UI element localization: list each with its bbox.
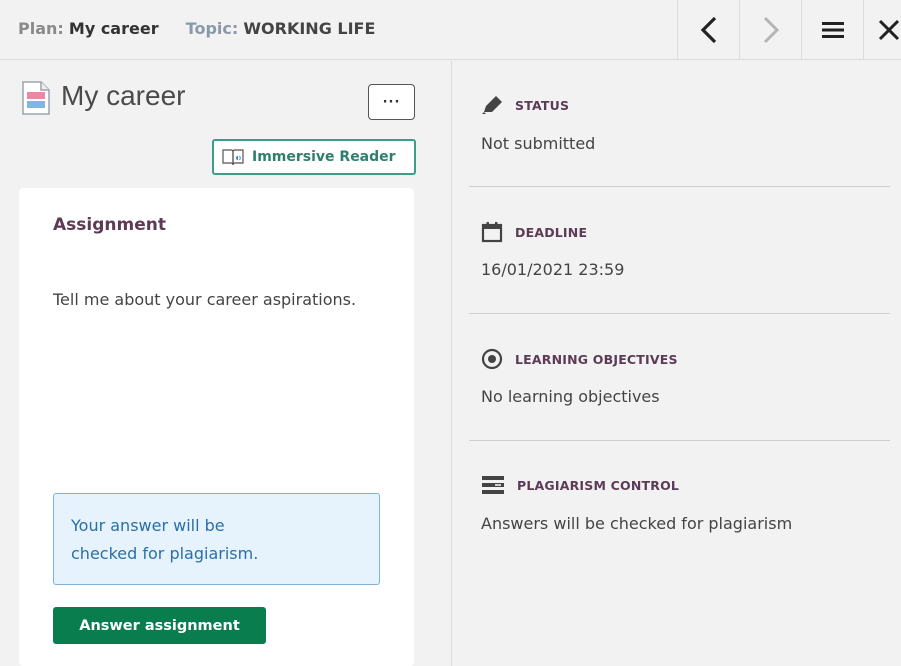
plagiarism-icon xyxy=(482,476,504,494)
hamburger-menu-icon xyxy=(821,22,844,38)
next-button[interactable] xyxy=(739,0,801,60)
previous-button[interactable] xyxy=(677,0,739,60)
target-icon xyxy=(481,348,503,370)
status-value: Not submitted xyxy=(481,134,596,153)
plagiarism-control-label: PLAGIARISM CONTROL xyxy=(517,477,680,493)
chevron-left-icon xyxy=(700,16,716,44)
page-title: My career xyxy=(61,80,186,111)
plagiarism-notice-line2: checked for plagiarism. xyxy=(71,544,259,563)
answer-assignment-button[interactable]: Answer assignment xyxy=(53,607,266,644)
deadline-label: DEADLINE xyxy=(515,224,588,240)
plagiarism-control-section: PLAGIARISM CONTROL Answers will be check… xyxy=(469,441,890,568)
deadline-value: 16/01/2021 23:59 xyxy=(481,260,625,279)
immersive-reader-label: Immersive Reader xyxy=(252,149,396,165)
topic-label: Topic: xyxy=(185,19,239,38)
deadline-section: DEADLINE 16/01/2021 23:59 xyxy=(469,187,890,314)
calendar-icon xyxy=(481,222,503,243)
assignment-card: Assignment Tell me about your career asp… xyxy=(19,188,414,666)
plan-label: Plan: xyxy=(18,19,64,38)
assignment-panel: My career ··· Immersive Reader Assignmen… xyxy=(9,61,452,666)
top-bar: Plan: My career Topic: WORKING LIFE xyxy=(0,0,901,60)
learning-objectives-label: LEARNING OBJECTIVES xyxy=(515,351,678,367)
immersive-reader-icon xyxy=(222,149,244,166)
learning-objectives-section: LEARNING OBJECTIVES No learning objectiv… xyxy=(469,314,890,441)
chevron-right-icon xyxy=(763,16,779,44)
document-icon xyxy=(21,81,51,119)
topic-value[interactable]: WORKING LIFE xyxy=(243,19,375,38)
plan-value[interactable]: My career xyxy=(69,19,159,38)
plagiarism-notice-line1: Your answer will be xyxy=(71,516,225,535)
details-panel: STATUS Not submitted DEADLINE 16/01/2021… xyxy=(453,61,901,666)
close-button[interactable] xyxy=(863,0,901,60)
plagiarism-control-value: Answers will be checked for plagiarism xyxy=(481,514,793,533)
status-label: STATUS xyxy=(515,97,570,113)
menu-button[interactable] xyxy=(801,0,863,60)
close-icon xyxy=(878,19,900,41)
status-section: STATUS Not submitted xyxy=(469,61,890,187)
assignment-heading: Assignment xyxy=(53,215,166,235)
plagiarism-notice: Your answer will be checked for plagiari… xyxy=(53,493,380,585)
breadcrumb: Plan: My career Topic: WORKING LIFE xyxy=(18,19,397,38)
more-options-button[interactable]: ··· xyxy=(368,84,415,120)
immersive-reader-button[interactable]: Immersive Reader xyxy=(212,139,416,175)
assignment-description: Tell me about your career aspirations. xyxy=(53,290,357,309)
learning-objectives-value: No learning objectives xyxy=(481,387,660,406)
pencil-icon xyxy=(482,96,502,114)
